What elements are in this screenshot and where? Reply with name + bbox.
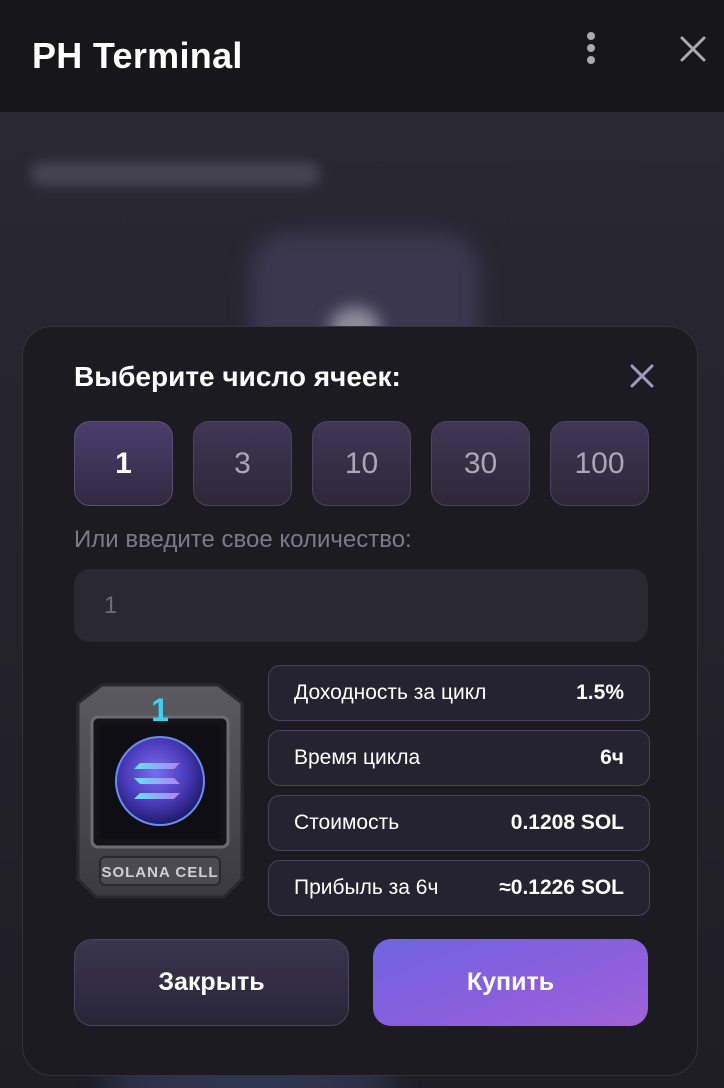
app-header: PH Terminal [0, 0, 724, 112]
quantity-option-3[interactable]: 3 [193, 421, 292, 506]
close-button[interactable]: Закрыть [74, 939, 349, 1026]
custom-quantity-label: Или введите свое количество: [74, 526, 412, 553]
info-label: Стоимость [294, 811, 400, 834]
info-value: 1.5% [576, 681, 624, 704]
info-value: 0.1208 SOL [510, 811, 624, 834]
info-label: Время цикла [294, 746, 421, 769]
select-cells-modal: Выберите число ячеек: 1 3 10 30 100 Или … [22, 326, 698, 1076]
cell-info-list: Доходность за цикл 1.5% Время цикла 6ч С… [268, 665, 650, 916]
quantity-option-30[interactable]: 30 [431, 421, 530, 506]
solana-cell-image: 1 SOLANA CELL [76, 683, 244, 899]
info-label: Доходность за цикл [294, 681, 487, 704]
info-row-profit: Прибыль за 6ч ≈0.1226 SOL [268, 860, 650, 916]
app-title: PH Terminal [32, 35, 243, 76]
custom-quantity-input[interactable] [74, 569, 648, 642]
info-row-cost: Стоимость 0.1208 SOL [268, 795, 650, 851]
modal-title: Выберите число ячеек: [74, 361, 401, 392]
cell-label: SOLANA CELL [101, 864, 218, 881]
close-icon[interactable] [676, 32, 710, 66]
more-options-icon[interactable] [576, 30, 606, 66]
buy-button[interactable]: Купить [373, 939, 648, 1026]
info-label: Прибыль за 6ч [294, 876, 439, 899]
cell-number: 1 [151, 692, 169, 728]
info-value: ≈0.1226 SOL [499, 876, 624, 899]
quantity-option-1[interactable]: 1 [74, 421, 173, 506]
quantity-options: 1 3 10 30 100 [74, 421, 649, 506]
quantity-option-100[interactable]: 100 [550, 421, 649, 506]
info-row-yield: Доходность за цикл 1.5% [268, 665, 650, 721]
info-row-cycle-time: Время цикла 6ч [268, 730, 650, 786]
modal-close-icon[interactable] [627, 361, 657, 391]
info-value: 6ч [600, 746, 624, 769]
quantity-option-10[interactable]: 10 [312, 421, 411, 506]
